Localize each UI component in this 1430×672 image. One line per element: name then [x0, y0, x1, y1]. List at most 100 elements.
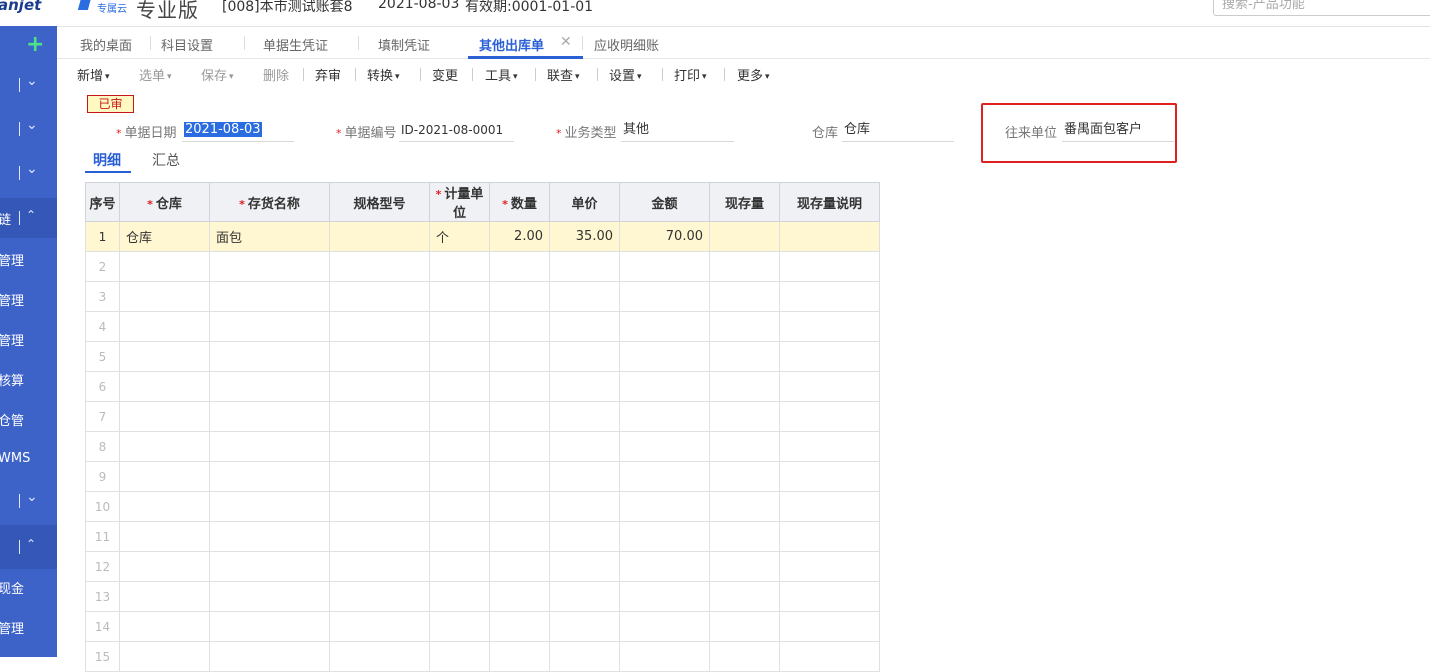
table-cell[interactable]	[489, 251, 550, 282]
table-cell[interactable]	[329, 521, 430, 552]
col-unit[interactable]: * 计量单位	[429, 182, 490, 222]
col-item-name[interactable]: * 存货名称	[209, 182, 330, 222]
table-cell[interactable]: 2.00	[489, 221, 550, 252]
table-cell[interactable]	[429, 461, 490, 492]
table-cell[interactable]	[329, 581, 430, 612]
table-cell[interactable]	[779, 311, 880, 342]
table-cell[interactable]	[429, 611, 490, 642]
date-field[interactable]: 2021-08-03	[182, 121, 294, 142]
table-cell[interactable]	[779, 611, 880, 642]
select-button[interactable]: 选单 ▾	[139, 65, 172, 84]
table-row[interactable]: 6	[85, 371, 880, 402]
table-cell[interactable]	[429, 431, 490, 462]
table-cell[interactable]	[209, 371, 330, 402]
table-cell[interactable]	[619, 281, 710, 312]
close-icon[interactable]: ✕	[560, 34, 572, 50]
table-cell[interactable]	[489, 341, 550, 372]
table-cell[interactable]	[429, 491, 490, 522]
sidebar-group-toggle-4[interactable]: ⌄	[0, 481, 57, 521]
settings-button[interactable]: 设置 ▾	[609, 65, 642, 84]
table-cell[interactable]	[709, 251, 780, 282]
table-cell[interactable]	[549, 611, 620, 642]
table-cell[interactable]	[429, 581, 490, 612]
table-cell[interactable]	[429, 521, 490, 552]
table-cell[interactable]	[489, 401, 550, 432]
tab-receivable-ledger[interactable]: 应收明细账	[594, 35, 659, 54]
table-cell[interactable]	[709, 581, 780, 612]
table-cell[interactable]	[119, 341, 210, 372]
convert-button[interactable]: 转换 ▾	[367, 65, 400, 84]
table-cell[interactable]	[489, 581, 550, 612]
table-cell[interactable]	[489, 491, 550, 522]
table-cell[interactable]	[489, 371, 550, 402]
table-cell[interactable]	[709, 551, 780, 582]
table-cell[interactable]	[329, 221, 430, 252]
table-cell[interactable]	[329, 341, 430, 372]
table-cell[interactable]	[619, 401, 710, 432]
table-cell[interactable]	[779, 371, 880, 402]
sidebar-item-2[interactable]: 管理	[0, 290, 55, 309]
table-cell[interactable]	[209, 581, 330, 612]
warehouse-field[interactable]: 仓库	[842, 121, 954, 142]
table-cell[interactable]	[119, 521, 210, 552]
table-cell[interactable]	[549, 311, 620, 342]
table-cell[interactable]	[619, 611, 710, 642]
table-row[interactable]: 14	[85, 611, 880, 642]
add-icon[interactable]: +	[26, 32, 44, 57]
col-spec[interactable]: 规格型号	[329, 182, 430, 222]
table-cell[interactable]	[429, 371, 490, 402]
table-cell[interactable]	[119, 251, 210, 282]
table-cell[interactable]	[779, 461, 880, 492]
table-cell[interactable]	[549, 551, 620, 582]
table-cell[interactable]	[779, 341, 880, 372]
tab-doc-voucher[interactable]: 单据生凭证	[263, 35, 328, 54]
tab-fill-voucher[interactable]: 填制凭证	[378, 35, 430, 54]
table-cell[interactable]	[209, 461, 330, 492]
table-cell[interactable]	[779, 491, 880, 522]
table-cell[interactable]	[489, 611, 550, 642]
abandon-audit-button[interactable]: 弃审	[315, 65, 341, 84]
account-name[interactable]: [008]本市测试账套8	[222, 0, 353, 16]
sidebar-group-toggle-3[interactable]: ⌄	[0, 153, 57, 193]
new-button[interactable]: 新增 ▾	[77, 65, 110, 84]
table-cell[interactable]	[209, 281, 330, 312]
col-warehouse[interactable]: * 仓库	[119, 182, 210, 222]
table-row[interactable]: 8	[85, 431, 880, 462]
col-quantity[interactable]: * 数量	[489, 182, 550, 222]
table-cell[interactable]	[329, 551, 430, 582]
table-cell[interactable]	[329, 461, 430, 492]
table-cell[interactable]	[429, 401, 490, 432]
table-cell[interactable]	[709, 461, 780, 492]
sidebar-group-supply[interactable]: 链 ⌃	[0, 198, 57, 238]
sidebar-item-cash[interactable]: 现金	[0, 578, 55, 597]
search-input[interactable]	[1222, 0, 1422, 12]
table-cell[interactable]	[329, 431, 430, 462]
sidebar-group-toggle-1[interactable]: ⌄	[0, 65, 57, 105]
table-row[interactable]: 13	[85, 581, 880, 612]
table-cell[interactable]	[549, 341, 620, 372]
sidebar-item-1[interactable]: 管理	[0, 250, 55, 269]
table-cell[interactable]: 面包	[209, 221, 330, 252]
table-cell[interactable]	[329, 281, 430, 312]
table-cell[interactable]	[619, 521, 710, 552]
table-cell[interactable]	[209, 611, 330, 642]
table-cell[interactable]	[489, 281, 550, 312]
subtab-summary[interactable]: 汇总	[152, 150, 180, 170]
table-cell[interactable]: 仓库	[119, 221, 210, 252]
tools-button[interactable]: 工具 ▾	[485, 65, 518, 84]
table-row[interactable]: 12	[85, 551, 880, 582]
table-cell[interactable]	[549, 461, 620, 492]
print-button[interactable]: 打印 ▾	[674, 65, 707, 84]
table-cell[interactable]	[779, 251, 880, 282]
table-cell[interactable]	[119, 551, 210, 582]
table-row[interactable]: 3	[85, 281, 880, 312]
table-cell[interactable]	[329, 251, 430, 282]
col-price[interactable]: 单价	[549, 182, 620, 222]
more-button[interactable]: 更多 ▾	[737, 65, 770, 84]
table-cell[interactable]	[619, 371, 710, 402]
tab-my-desktop[interactable]: 我的桌面	[80, 35, 132, 54]
col-stock[interactable]: 现存量	[709, 182, 780, 222]
table-cell[interactable]	[709, 521, 780, 552]
table-cell[interactable]	[709, 221, 780, 252]
table-cell[interactable]	[549, 431, 620, 462]
